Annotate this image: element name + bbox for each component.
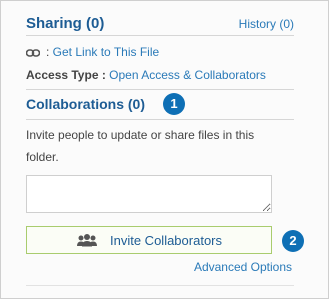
invite-collaborators-button[interactable]: Invite Collaborators [26,226,272,254]
invite-button-label: Invite Collaborators [110,232,222,248]
invite-description: Invite people to update or share files i… [26,128,255,164]
access-type-label: Access Type : [26,68,106,82]
advanced-options-link[interactable]: Advanced Options [194,260,292,274]
sharing-panel: Sharing (0) History (0) : Get Link to Th… [0,0,329,299]
divider [26,89,294,90]
step-badge-1: 1 [163,93,185,115]
get-link-separator: : [46,45,53,59]
get-link[interactable]: Get Link to This File [53,45,160,59]
divider [26,119,294,120]
access-type-link[interactable]: Open Access & Collaborators [109,68,266,82]
get-link-row: : Get Link to This File [26,45,159,59]
people-icon [77,234,97,247]
access-type-row: Access Type : Open Access & Collaborator… [26,68,266,82]
chain-link-icon [26,49,40,57]
step-badge-2: 2 [282,230,304,252]
divider [26,285,294,286]
collaborations-title: Collaborations (0) [26,96,146,112]
sharing-header: Sharing (0) History (0) [26,15,294,36]
invite-emails-input[interactable] [26,175,272,213]
sharing-title: Sharing (0) [26,15,105,32]
history-link[interactable]: History (0) [239,17,294,31]
